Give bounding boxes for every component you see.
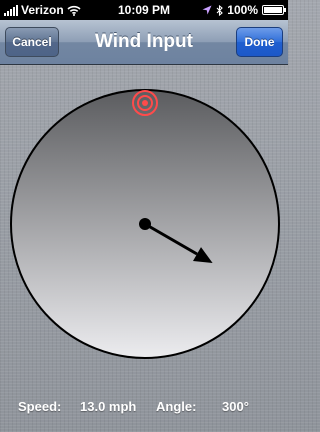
battery-icon <box>262 5 286 15</box>
wind-dial[interactable] <box>0 64 288 394</box>
target-center <box>142 100 148 106</box>
status-bar: Verizon 10:09 PM 100% <box>0 0 288 20</box>
battery-fill <box>264 7 282 13</box>
status-right-group: 100% <box>202 3 286 17</box>
angle-label: Angle: <box>156 399 197 414</box>
location-arrow-icon <box>202 5 212 15</box>
nav-bar: Cancel Wind Input Done <box>0 20 288 65</box>
battery-percent: 100% <box>227 3 258 17</box>
wind-dial-graphic <box>10 89 280 359</box>
bluetooth-icon <box>216 4 224 16</box>
angle-value: 300° <box>222 399 249 414</box>
wind-readout: Speed: 13.0 mph Angle: 300° <box>0 394 288 420</box>
done-button[interactable]: Done <box>236 27 283 57</box>
speed-value: 13.0 mph <box>80 399 137 414</box>
speed-label: Speed: <box>18 399 62 414</box>
